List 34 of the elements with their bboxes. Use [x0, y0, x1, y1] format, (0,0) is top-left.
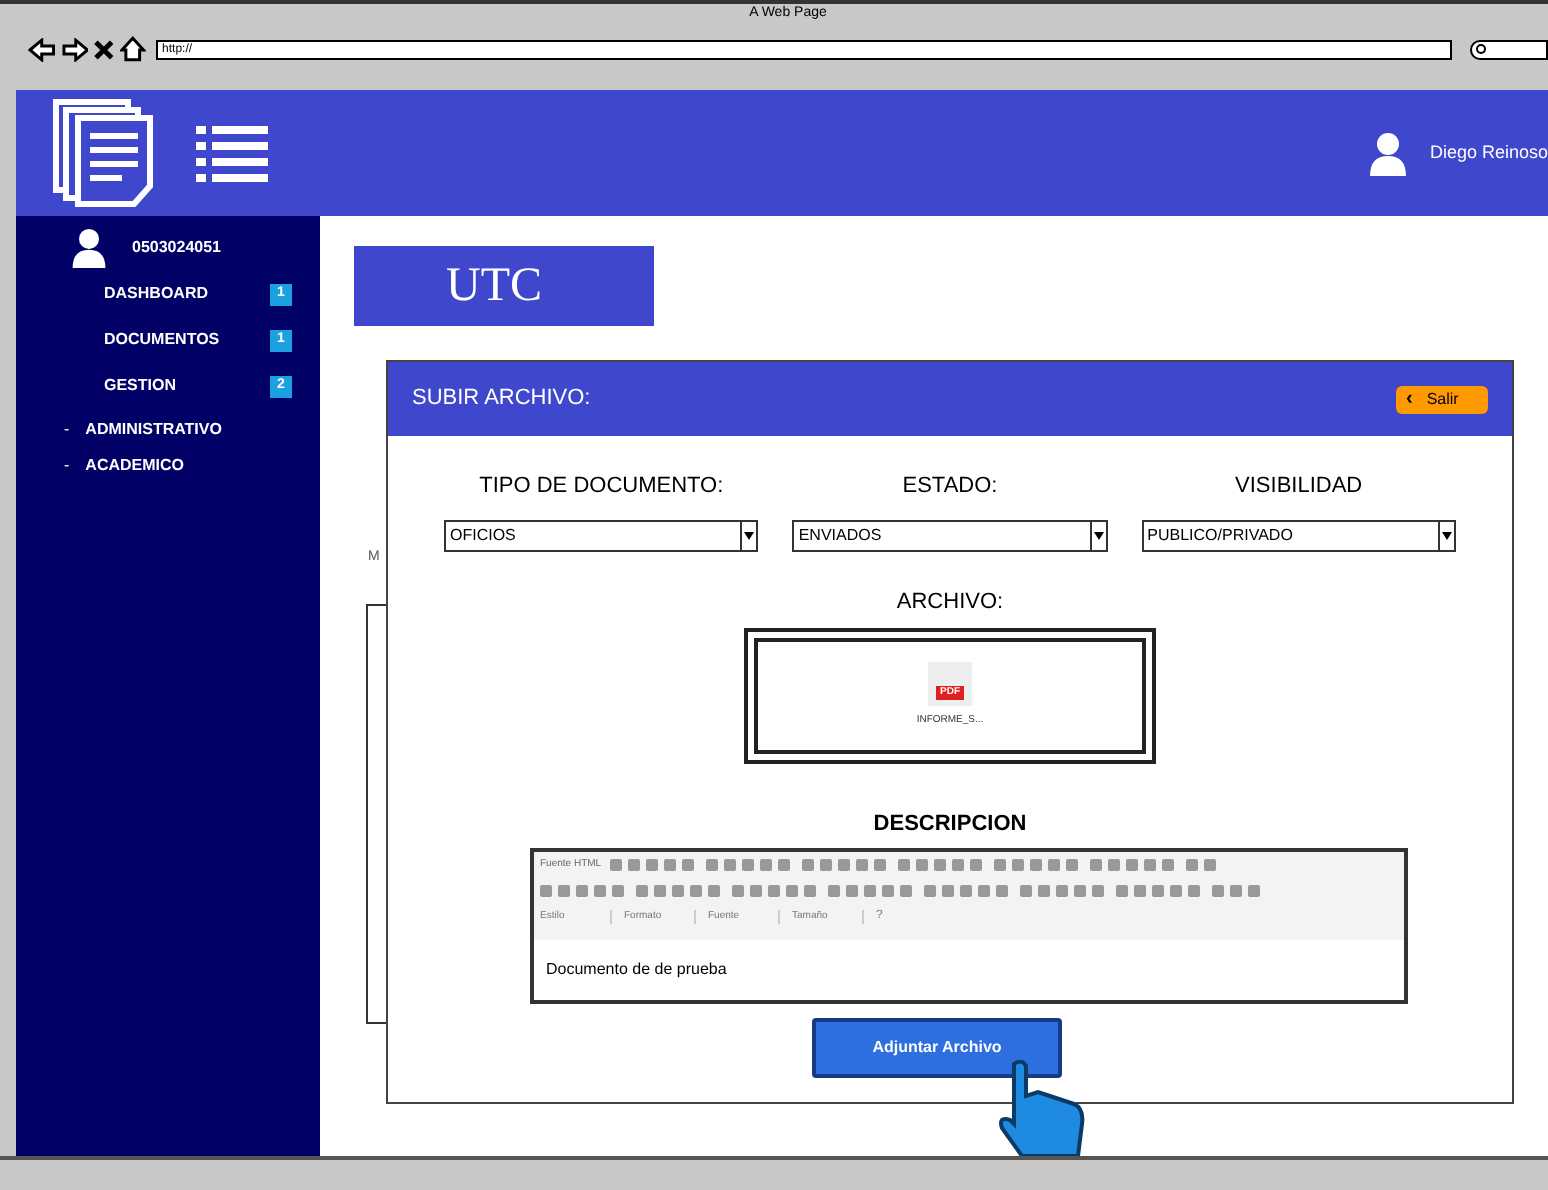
user-icon[interactable] — [1369, 131, 1406, 175]
search-icon — [1475, 43, 1488, 55]
dropdown[interactable]: PUBLICO/PRIVADO — [1141, 519, 1456, 551]
home-icon[interactable] — [120, 36, 147, 62]
nav-item[interactable]: DASHBOARD — [104, 282, 208, 306]
bullet: - — [64, 418, 70, 442]
submenu-item[interactable]: ACADEMICO — [85, 454, 185, 478]
user-icon — [72, 228, 106, 268]
exit-button[interactable]: ‹ Salir — [1396, 385, 1488, 413]
caret-icon — [1441, 531, 1452, 539]
dropdown[interactable]: OFICIOS — [444, 519, 759, 551]
forward-icon[interactable] — [61, 37, 89, 61]
menu-icon[interactable] — [196, 125, 268, 181]
brand-banner: UTC — [354, 246, 654, 326]
file-label: ARCHIVO: — [896, 587, 1004, 617]
submenu-item[interactable]: ADMINISTRATIVO — [85, 418, 222, 442]
bullet: - — [64, 454, 70, 478]
caret-icon — [744, 531, 755, 539]
dropdown[interactable]: ENVIADOS — [792, 519, 1108, 551]
nav-item[interactable]: DOCUMENTOS — [104, 328, 220, 352]
description-label: DESCRIPCION — [873, 810, 1027, 840]
user-name[interactable]: Diego Reinoso — [1429, 139, 1548, 167]
attach-file-button[interactable]: Adjuntar Archivo — [812, 1017, 1062, 1077]
search-field[interactable] — [1469, 39, 1548, 59]
back-icon[interactable] — [28, 37, 56, 61]
nav-item[interactable]: GESTION — [104, 374, 177, 398]
close-icon[interactable] — [94, 39, 115, 59]
editor-text: Documento de de prueba — [546, 957, 727, 981]
field-label: VISIBILIDAD — [1235, 472, 1363, 502]
user-id: 0503024051 — [132, 236, 221, 260]
field-label: ESTADO: — [902, 472, 998, 502]
caret-icon — [1093, 531, 1104, 539]
dialog-title: SUBIR ARCHIVO: — [412, 384, 591, 415]
field-label: TIPO DE DOCUMENTO: — [479, 472, 724, 502]
